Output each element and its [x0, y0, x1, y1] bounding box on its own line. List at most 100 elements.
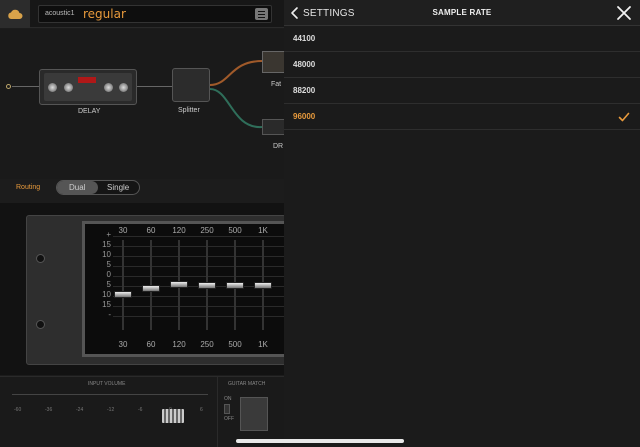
screen: acoustic1 regular DELAY Splitter Fat DR … — [0, 0, 640, 447]
wire — [12, 86, 39, 87]
eq-scale-label: 10 — [102, 290, 111, 299]
graphic-eq: +15 10 5 0 5 10 15-30 30 60 60 120 120 250 250 500 500 1… — [82, 221, 284, 357]
sample-rate-option-selected[interactable]: 96000 — [284, 104, 640, 130]
eq-slider-60[interactable] — [142, 284, 160, 292]
sample-rate-option[interactable]: 88200 — [284, 78, 640, 104]
eq-gridline — [113, 296, 284, 297]
eq-slider-30[interactable] — [114, 291, 132, 299]
splitter-block[interactable] — [172, 68, 210, 102]
knob — [48, 83, 57, 92]
vu-scale-label: -24 — [76, 407, 84, 413]
top-bar: acoustic1 regular — [0, 0, 284, 28]
eq-band-label-top: 250 — [200, 226, 214, 235]
knob — [104, 83, 113, 92]
eq-band-label-bottom: 60 — [146, 340, 156, 349]
sample-rate-option[interactable]: 44100 — [284, 26, 640, 52]
sample-rate-label: 44100 — [293, 34, 316, 43]
wire — [137, 86, 172, 87]
routing-label: Routing — [16, 184, 41, 191]
eq-scale-label: 15 — [102, 240, 111, 249]
eq-scale-label: - — [108, 310, 111, 319]
vu-scale-label: 6 — [200, 407, 203, 413]
rack-screw — [36, 254, 45, 263]
preset-folder: acoustic1 — [45, 10, 75, 17]
delay-label: DELAY — [78, 108, 101, 115]
eq-gridline — [113, 256, 284, 257]
guitar-icon[interactable] — [240, 397, 268, 431]
vu-meter — [12, 394, 208, 395]
guitar-match-switch[interactable]: ON OFF — [224, 395, 234, 423]
switch-label-on: ON — [224, 396, 232, 402]
routing-toggle[interactable]: Dual Single — [56, 180, 140, 195]
eq-gridline — [113, 306, 284, 307]
eq-scale-label: 10 — [102, 250, 111, 259]
delay-display — [78, 77, 96, 83]
sample-rate-panel: SETTINGS SAMPLE RATE 44100 48000 88200 9… — [284, 0, 640, 447]
cloud-button[interactable] — [0, 0, 30, 28]
eq-slider-250[interactable] — [198, 282, 216, 289]
eq-gridline — [113, 316, 284, 317]
eq-band-label-top: 30 — [118, 226, 128, 235]
sample-rate-list: 44100 48000 88200 96000 — [284, 26, 640, 130]
bottom-controls: INPUT VOLUME -60-36-24-12-606 GUITAR MAT… — [0, 376, 284, 447]
amp-block-bottom[interactable] — [262, 119, 284, 135]
splitter-label: Splitter — [178, 107, 200, 114]
cloud-icon — [8, 9, 23, 19]
eq-scale-label: 0 — [106, 270, 111, 279]
eq-slider-track — [122, 240, 124, 330]
close-icon[interactable] — [616, 5, 632, 21]
eq-band-label-top: 500 — [228, 226, 242, 235]
split-wires — [210, 60, 263, 129]
eq-slider-120[interactable] — [170, 280, 188, 288]
vu-scale-label: -60 — [14, 407, 22, 413]
sample-rate-label: 96000 — [293, 112, 316, 121]
eq-slider-500[interactable] — [226, 282, 244, 289]
panel-title: SAMPLE RATE — [432, 8, 492, 17]
panel-header: SETTINGS SAMPLE RATE — [284, 0, 640, 26]
routing-option-dual[interactable]: Dual — [69, 183, 85, 192]
input-volume-fader[interactable] — [162, 409, 184, 423]
eq-slider-1K[interactable] — [254, 282, 272, 289]
checkmark-icon — [618, 112, 630, 122]
menu-icon[interactable] — [255, 8, 268, 20]
switch-label-off: OFF — [224, 416, 234, 422]
eq-band-label-top: 1K — [258, 226, 268, 235]
signal-chain: DELAY Splitter Fat DR — [0, 29, 284, 179]
eq-band-label-bottom: 250 — [200, 340, 214, 349]
sample-rate-label: 88200 — [293, 86, 316, 95]
sample-rate-label: 48000 — [293, 60, 316, 69]
eq-band-label-bottom: 120 — [172, 340, 186, 349]
eq-band-label-top: 120 — [172, 226, 186, 235]
preset-selector[interactable]: acoustic1 regular — [38, 5, 272, 23]
guitar-match-section: GUITAR MATCH ON OFF — [217, 377, 284, 447]
input-volume-title: INPUT VOLUME — [88, 381, 126, 387]
knob — [64, 83, 73, 92]
rack-screw — [36, 320, 45, 329]
eq-gridline — [113, 276, 284, 277]
home-indicator[interactable] — [236, 439, 404, 443]
knob — [119, 83, 128, 92]
routing-option-single[interactable]: Single — [107, 183, 129, 192]
eq-band-label-bottom: 30 — [118, 340, 128, 349]
eq-gridline — [113, 246, 284, 247]
eq-band-label-top: 60 — [146, 226, 156, 235]
eq-scale-label: 15 — [102, 300, 111, 309]
vu-scale-label: -36 — [45, 407, 53, 413]
guitar-match-title: GUITAR MATCH — [228, 381, 266, 387]
eq-scale-label: 5 — [106, 280, 111, 289]
input-node — [6, 84, 11, 89]
vu-scale-label: -6 — [138, 407, 143, 413]
eq-band-label-bottom: 500 — [228, 340, 242, 349]
amp-block-top[interactable] — [262, 51, 284, 73]
amp-bottom-label: DR — [273, 143, 284, 150]
routing-row: Routing Dual Single — [0, 180, 284, 200]
eq-band-label-bottom: 1K — [258, 340, 268, 349]
eq-gridline — [113, 266, 284, 267]
preset-name: regular — [83, 7, 126, 21]
delay-pedal[interactable] — [39, 69, 137, 105]
sample-rate-option[interactable]: 48000 — [284, 52, 640, 78]
eq-gridline — [113, 236, 284, 237]
vu-scale-label: -12 — [107, 407, 115, 413]
eq-scale-label: 5 — [106, 260, 111, 269]
amp-top-label: Fat — [271, 81, 282, 88]
